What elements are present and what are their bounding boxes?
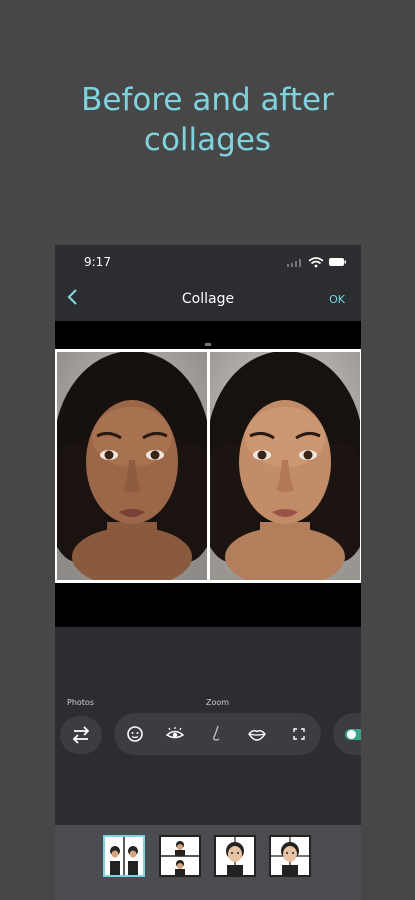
status-time: 9:17 xyxy=(84,255,111,269)
photos-label: Photos xyxy=(67,698,94,707)
layout-quad[interactable] xyxy=(214,835,256,877)
zoom-nose-button[interactable] xyxy=(206,723,228,745)
page-title: Collage xyxy=(181,291,235,307)
layout-split-face[interactable] xyxy=(269,835,311,877)
toggle-knob xyxy=(347,730,356,739)
layout-bar xyxy=(55,825,361,900)
promo-line-1: Before and after xyxy=(81,82,334,118)
status-bar: 9:17 xyxy=(55,245,361,279)
swap-icon xyxy=(72,726,90,744)
face-icon xyxy=(127,726,143,742)
ok-button[interactable]: OK xyxy=(329,293,345,306)
divider-handle[interactable] xyxy=(205,343,211,346)
phone-screen: 9:17 Collage OK Photos Zoom xyxy=(55,245,361,900)
full-face-layout-icon xyxy=(226,837,244,875)
layout-side-by-side[interactable] xyxy=(103,835,145,877)
photo-before[interactable] xyxy=(57,352,207,580)
promo-headline: Before and after collages xyxy=(0,80,415,160)
wifi-icon xyxy=(308,257,324,268)
zoom-label: Zoom xyxy=(206,698,230,707)
split-face-layout-icon xyxy=(271,837,309,875)
swap-photos-button[interactable] xyxy=(60,716,102,754)
nav-bar: Collage OK xyxy=(55,279,361,321)
zoom-fit-button[interactable] xyxy=(288,723,310,745)
nose-icon xyxy=(213,725,220,741)
photo-after[interactable] xyxy=(210,352,360,580)
collage-canvas xyxy=(55,321,361,627)
layout-stacked[interactable] xyxy=(159,835,201,877)
zoom-face-button[interactable] xyxy=(124,723,146,745)
fullscreen-icon xyxy=(293,728,305,740)
lips-icon xyxy=(248,729,266,741)
zoom-lips-button[interactable] xyxy=(246,723,268,745)
eye-icon xyxy=(165,727,185,739)
compare-toggle-container xyxy=(333,713,361,755)
promo-line-2: collages xyxy=(143,122,272,158)
side-by-side-layout-icon xyxy=(110,837,138,875)
battery-icon xyxy=(329,258,346,266)
portrait-before-image xyxy=(57,352,207,580)
stacked-layout-icon xyxy=(161,841,199,875)
status-icons xyxy=(287,257,346,268)
signal-icon xyxy=(287,259,301,267)
zoom-tools xyxy=(114,713,321,755)
collage-frame xyxy=(55,349,361,583)
compare-toggle[interactable] xyxy=(345,729,361,740)
portrait-after-image xyxy=(210,352,360,580)
zoom-eye-button[interactable] xyxy=(164,723,186,745)
